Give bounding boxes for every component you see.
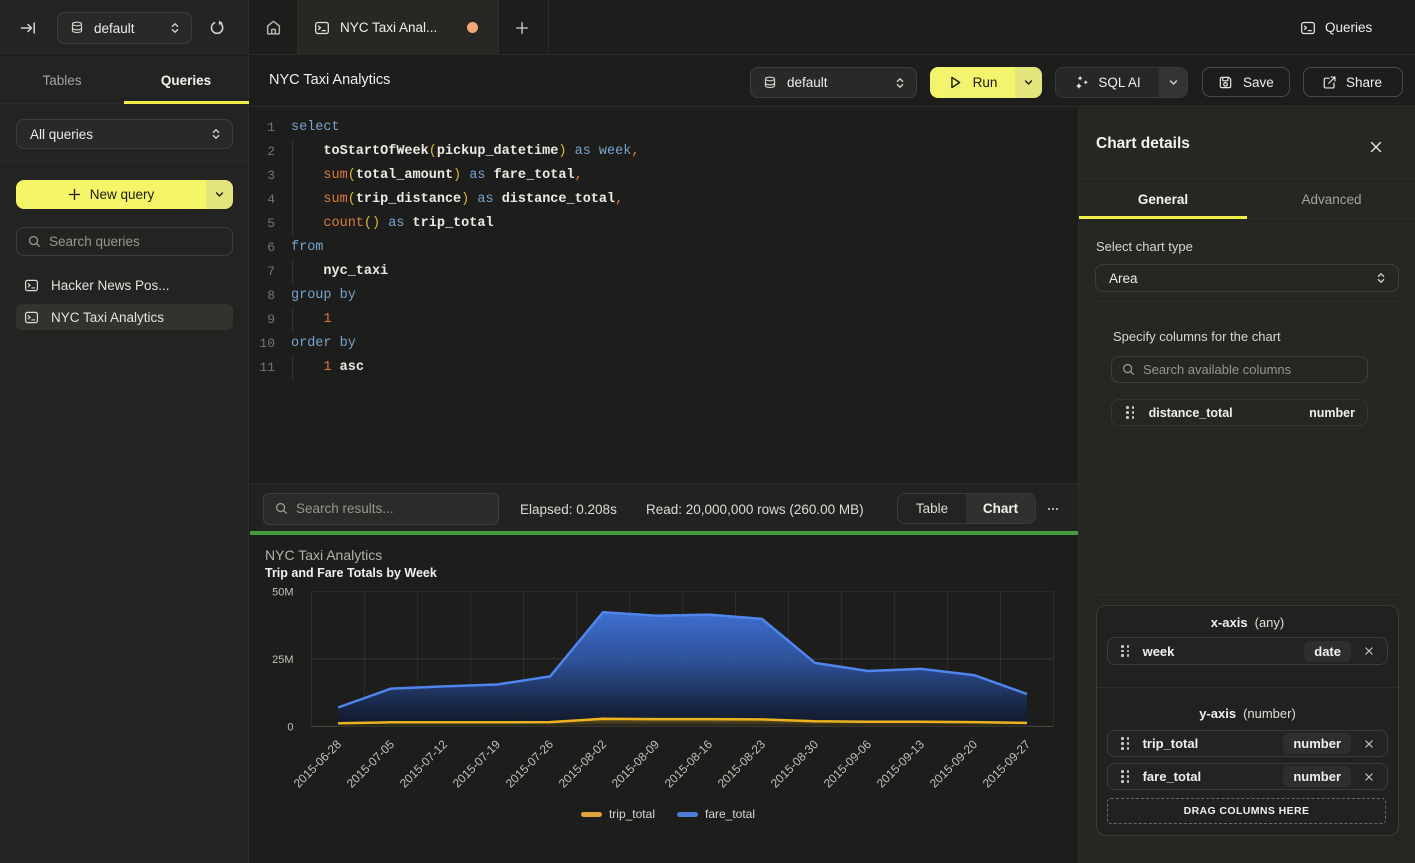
svg-text:2015-08-16: 2015-08-16: [662, 737, 716, 791]
svg-text:25M: 25M: [272, 654, 293, 666]
svg-text:2015-09-27: 2015-09-27: [980, 737, 1034, 791]
svg-text:2015-07-26: 2015-07-26: [503, 737, 557, 791]
svg-text:2015-08-30: 2015-08-30: [768, 737, 822, 791]
svg-text:2015-06-28: 2015-06-28: [291, 737, 345, 791]
svg-text:2015-09-13: 2015-09-13: [874, 737, 928, 791]
svg-text:2015-09-06: 2015-09-06: [821, 737, 875, 791]
svg-text:2015-09-20: 2015-09-20: [927, 737, 981, 791]
svg-text:50M: 50M: [272, 586, 293, 598]
svg-text:2015-08-02: 2015-08-02: [556, 737, 610, 791]
svg-text:2015-08-23: 2015-08-23: [715, 737, 769, 791]
svg-text:2015-07-19: 2015-07-19: [450, 737, 504, 791]
svg-text:2015-07-05: 2015-07-05: [344, 737, 398, 791]
svg-text:0: 0: [287, 721, 293, 733]
svg-text:2015-07-12: 2015-07-12: [397, 737, 451, 791]
svg-text:2015-08-09: 2015-08-09: [609, 737, 663, 791]
